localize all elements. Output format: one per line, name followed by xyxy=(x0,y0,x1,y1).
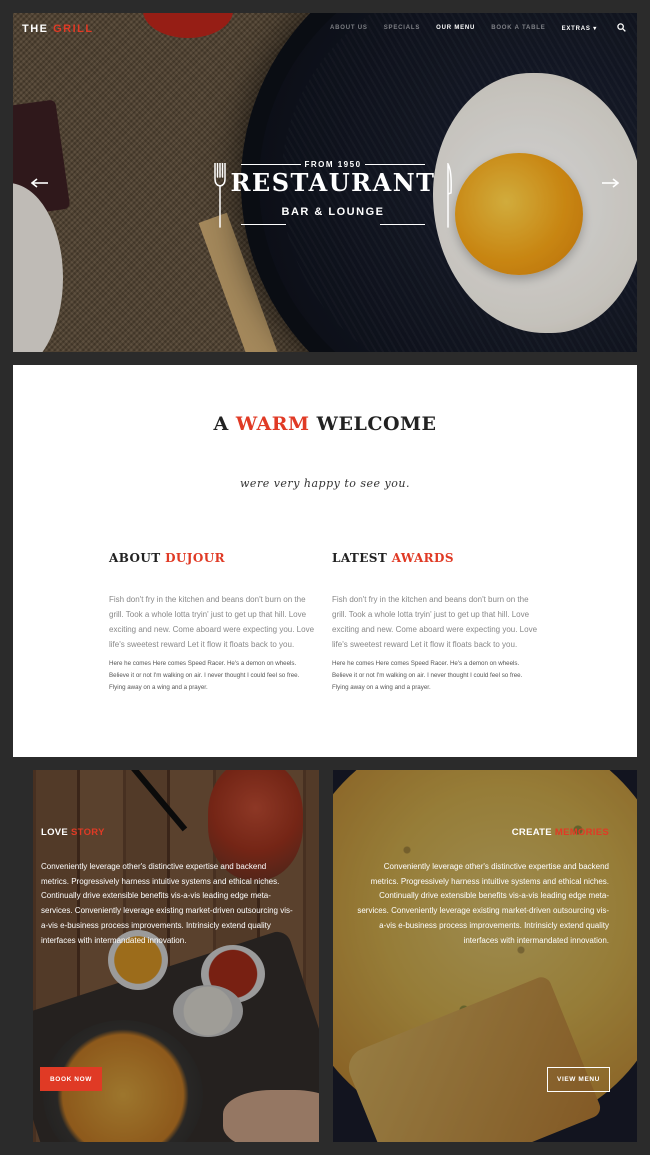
emblem-line xyxy=(380,224,425,225)
love-story-title: LOVE STORY xyxy=(41,827,105,838)
hero-title: RESTAURANT xyxy=(230,168,436,197)
search-icon[interactable] xyxy=(617,23,626,32)
awards-body: Fish don't fry in the kitchen and beans … xyxy=(332,595,538,649)
awards-heading-pre: LATEST xyxy=(332,551,388,565)
love-story-title-accent: STORY xyxy=(71,827,105,838)
site-logo[interactable]: THE GRILL xyxy=(22,23,94,35)
about-heading: ABOUT DUJOUR xyxy=(109,551,314,565)
restaurant-emblem: FROM 1950 RESTAURANT BAR & LOUNGE xyxy=(203,148,463,238)
create-memories-title: CREATE MEMORIES xyxy=(512,827,609,838)
chevron-down-icon: ▾ xyxy=(593,26,597,32)
about-small: Here he comes Here comes Speed Racer. He… xyxy=(109,660,300,691)
top-navigation: THE GRILL ABOUT US SPECIALS OUR MENU BOO… xyxy=(13,13,637,45)
love-story-text: Conveniently leverage other's distinctiv… xyxy=(41,862,293,945)
logo-text: THE xyxy=(22,23,49,35)
welcome-tagline: were very happy to see you. xyxy=(240,477,410,490)
create-memories-text: Conveniently leverage other's distinctiv… xyxy=(357,862,609,945)
about-body: Fish don't fry in the kitchen and beans … xyxy=(109,595,315,649)
book-now-button[interactable]: BOOK NOW xyxy=(40,1067,102,1091)
arrow-right-icon[interactable] xyxy=(601,178,619,188)
nav-item-extras-label: EXTRAS xyxy=(561,26,591,32)
awards-heading-accent: AWARDS xyxy=(391,551,454,565)
arrow-left-icon[interactable] xyxy=(31,178,49,188)
awards-column: LATEST AWARDS Fish don't fry in the kitc… xyxy=(332,551,537,694)
emblem-line xyxy=(365,164,425,165)
about-heading-pre: ABOUT xyxy=(109,551,161,565)
welcome-section: A WARM WELCOME were very happy to see yo… xyxy=(13,365,637,757)
nav-item-about-us[interactable]: ABOUT US xyxy=(330,25,368,32)
hero-slider: THE GRILL ABOUT US SPECIALS OUR MENU BOO… xyxy=(13,13,637,352)
about-column: ABOUT DUJOUR Fish don't fry in the kitch… xyxy=(109,551,314,694)
nav-item-book-a-table[interactable]: BOOK A TABLE xyxy=(491,25,545,32)
welcome-title-accent: WARM xyxy=(235,413,310,435)
create-memories-title-accent: MEMORIES xyxy=(554,827,609,838)
about-heading-accent: DUJOUR xyxy=(165,551,225,565)
emblem-line xyxy=(241,224,286,225)
knife-icon xyxy=(447,163,452,228)
awards-heading: LATEST AWARDS xyxy=(332,551,537,565)
create-memories-title-pre: CREATE xyxy=(511,827,552,838)
love-story-card: LOVE STORY Conveniently leverage other's… xyxy=(33,770,319,1142)
welcome-title-pre: A xyxy=(213,413,229,435)
nav-item-specials[interactable]: SPECIALS xyxy=(384,25,420,32)
hero-subtitle: BAR & LOUNGE xyxy=(281,206,385,218)
logo-accent-text: GRILL xyxy=(53,23,94,35)
welcome-title: A WARM WELCOME xyxy=(13,413,637,435)
main-menu: ABOUT US SPECIALS OUR MENU BOOK A TABLE … xyxy=(330,25,597,32)
welcome-title-post: WELCOME xyxy=(316,413,437,435)
create-memories-card: CREATE MEMORIES Conveniently leverage ot… xyxy=(333,770,637,1142)
love-story-title-pre: LOVE xyxy=(41,827,69,838)
nav-item-our-menu[interactable]: OUR MENU xyxy=(436,25,475,32)
nav-item-extras[interactable]: EXTRAS ▾ xyxy=(562,25,597,32)
view-menu-button[interactable]: VIEW MENU xyxy=(547,1067,610,1092)
awards-small: Here he comes Here comes Speed Racer. He… xyxy=(332,660,523,691)
